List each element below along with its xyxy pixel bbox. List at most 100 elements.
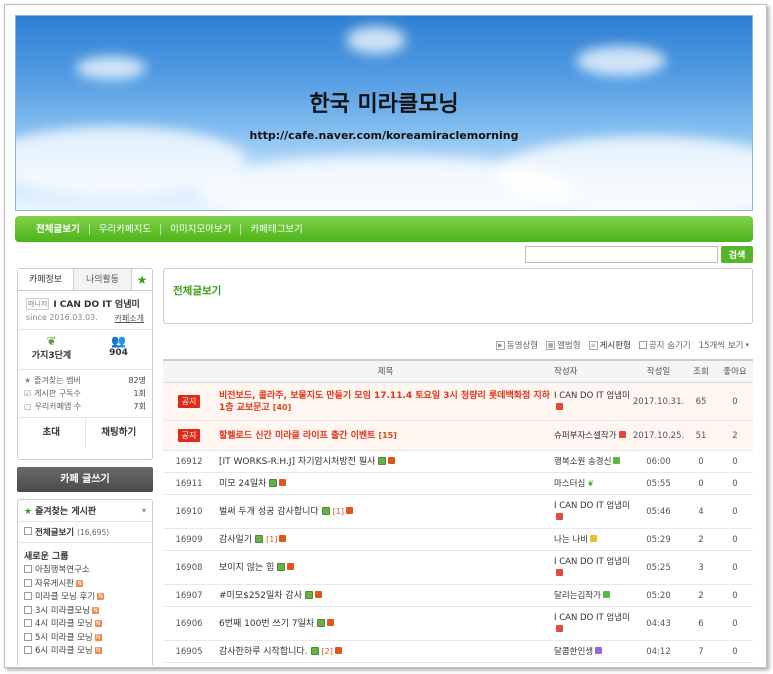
col-likes: 좋아요 — [723, 367, 747, 377]
list-toolbar: ▶ 동영상형 ▦ 앨범형 ≡ 게시판형 공지 숨기기 15개씩 보기 ▾ — [163, 337, 753, 353]
post-likes: 0 — [732, 534, 738, 545]
post-author[interactable]: 슈퍼부자스셀작가 — [552, 430, 632, 442]
comment-count[interactable]: [1] — [266, 535, 277, 544]
cafe-members[interactable]: 👥 904 — [85, 330, 152, 369]
post-likes: 0 — [732, 590, 738, 601]
search-input[interactable] — [525, 246, 718, 263]
post-author[interactable]: I CAN DO IT 엄냄미 — [552, 390, 632, 414]
post-views: 2 — [698, 590, 704, 601]
sidebar-board-item[interactable]: 6시 미라클 모닝 N — [18, 645, 152, 659]
post-title-cell: 6번째 100번 쓰기 7일차 — [215, 618, 552, 630]
post-title[interactable]: 감사한하루 시작합니다. — [219, 647, 308, 657]
hide-notice-toggle[interactable]: 공지 숨기기 — [638, 339, 691, 351]
branch-icon: ❦ — [46, 334, 57, 348]
post-likes: 0 — [732, 618, 738, 629]
sidebar-board-item[interactable]: 자유게시판 N — [18, 578, 152, 592]
post-author[interactable]: 나는 나비 — [552, 534, 632, 546]
member-level-icon — [613, 456, 621, 464]
post-author[interactable]: 달리는김작가 — [552, 590, 632, 602]
all-posts-board[interactable]: 전체글보기 (16,695) — [18, 522, 152, 543]
board-list-panel: ★ 즐겨찾는 게시판 ▾ 전체글보기 (16,695) 새로운 그룹 아침행복연구… — [17, 499, 153, 665]
cafe-stats: ❦ 가지3단계 👥 904 — [18, 330, 152, 370]
member-level-icon — [556, 402, 563, 410]
comment-count[interactable]: [15] — [378, 431, 396, 440]
notice-badge: 공지 — [177, 395, 201, 408]
table-row[interactable]: 16906 6번째 100번 쓰기 7일차 I CAN DO IT 엄냄미 04:43… — [163, 607, 753, 641]
comment-count[interactable]: [40] — [273, 403, 291, 412]
search-button[interactable]: 검색 — [721, 246, 753, 263]
info-cafe-app[interactable]: ▢ 우리카페앱 수 7회 — [24, 400, 146, 413]
table-row[interactable]: 16907 #미모$252일차 감사 달리는김작가 05:20 2 0 — [163, 585, 753, 607]
info-board-subscriptions[interactable]: ☑ 게시판 구독수 1회 — [24, 387, 146, 400]
invite-button[interactable]: 초대 — [18, 418, 86, 448]
manager-badge: 매니저 — [26, 297, 50, 310]
post-title[interactable]: 비전보드, 콜라주, 보물지도 만들기 모임 17.11.4 토요일 3시 청량… — [219, 391, 550, 413]
board-icon — [24, 578, 32, 587]
post-author[interactable]: I CAN DO IT 엄냄미 — [552, 556, 632, 580]
table-row[interactable]: 16905 감사한하루 시작합니다. [2] 달콤한인생 04:12 7 0 — [163, 641, 753, 663]
menu-cafe-map[interactable]: 우리카페지도 — [90, 223, 162, 235]
post-title[interactable]: 미모 24일차 — [219, 479, 266, 489]
cafe-rank[interactable]: ❦ 가지3단계 — [18, 330, 85, 369]
table-row[interactable]: 16910 벌써 두개 성공 감사합니다 [1] I CAN DO IT 엄냄미 05:… — [163, 495, 753, 529]
cafe-intro-link[interactable]: 카페소개 — [115, 313, 144, 324]
notice-row[interactable]: 공지 할렐로드 신간 미라클 라이프 출간 이벤트 [15] 슈퍼부자스셀작가 2017… — [163, 421, 753, 451]
view-video-button[interactable]: ▶ 동영상형 — [495, 339, 538, 351]
post-author[interactable]: 행복소원 송경신 — [552, 456, 632, 468]
post-author[interactable]: I CAN DO IT 엄냄미 — [552, 500, 632, 524]
post-author[interactable]: 마스터심 ❦ — [552, 478, 632, 490]
info-value: 7회 — [133, 402, 146, 411]
post-title[interactable]: 벌써 두개 성공 감사합니다 — [219, 507, 319, 517]
chat-button[interactable]: 채팅하기 — [86, 418, 153, 448]
cafe-title: 한국 미라클모닝 — [309, 92, 459, 117]
table-row[interactable]: 16909 감사일기 [1] 나는 나비 05:29 2 0 — [163, 529, 753, 551]
sidebar-board-item[interactable]: 5시 미라클 모닝 N — [18, 632, 152, 646]
new-post-icon — [346, 506, 354, 514]
photo-icon — [317, 618, 326, 627]
table-row[interactable]: 16908 보이지 않는 힘 I CAN DO IT 엄냄미 05:25 3 0 — [163, 551, 753, 585]
cafe-banner[interactable]: 한국 미라클모닝 http://cafe.naver.com/koreamira… — [15, 15, 753, 211]
notice-row[interactable]: 공지 비전보드, 콜라주, 보물지도 만들기 모임 17.11.4 토요일 3시 … — [163, 383, 753, 421]
member-level-icon — [589, 534, 597, 542]
write-post-button[interactable]: 카페 글쓰기 — [17, 467, 153, 492]
sidebar-board-item[interactable]: 미라클 모닝 후기 N — [18, 591, 152, 605]
new-post-icon: N — [97, 593, 105, 600]
cloud-decoration — [346, 26, 406, 54]
post-title[interactable]: 할렐로드 신간 미라클 라이프 출간 이벤트 — [219, 431, 375, 441]
post-title[interactable]: 감사일기 — [219, 535, 252, 545]
tab-my-activity[interactable]: 나의활동 — [74, 269, 132, 290]
post-title[interactable]: #미모$252일차 감사 — [219, 591, 302, 601]
chevron-down-icon[interactable]: ▾ — [142, 506, 146, 515]
menu-all-posts[interactable]: 전체글보기 — [27, 223, 90, 235]
post-author[interactable]: I CAN DO IT 엄냄미 — [552, 612, 632, 636]
cafe-info-list: ★ 즐겨찾는 멤버 82명 ☑ 게시판 구독수 1회 ▢ 우리카페앱 수 7회 — [18, 370, 152, 418]
favorite-star-icon[interactable]: ★ — [132, 269, 152, 290]
post-title[interactable]: 6번째 100번 쓰기 7일차 — [219, 619, 314, 629]
cafe-manager-name[interactable]: I CAN DO IT 엄냄미 — [53, 297, 139, 310]
post-date: 06:00 — [646, 456, 671, 467]
comment-count[interactable]: [2] — [322, 647, 333, 656]
board-icon — [24, 565, 32, 573]
post-title[interactable]: 보이지 않는 힘 — [219, 563, 274, 573]
menu-image-gallery[interactable]: 이미지모아보기 — [161, 223, 242, 235]
table-row[interactable]: 16912 [IT WORKS-R.H.J] 자기암시처방전 필사 행복소원 송경신… — [163, 451, 753, 473]
menu-cafe-tags[interactable]: 카페태그보기 — [241, 224, 311, 235]
sidebar-board-item[interactable]: 3시 미라클모닝 N — [18, 605, 152, 619]
post-rows: 공지 비전보드, 콜라주, 보물지도 만들기 모임 17.11.4 토요일 3시 … — [163, 383, 753, 663]
comment-count[interactable]: [1] — [333, 507, 344, 516]
favorite-boards-header[interactable]: ★ 즐겨찾는 게시판 ▾ — [18, 500, 152, 522]
table-row[interactable]: 16911 미모 24일차 마스터심 ❦ 05:55 0 0 — [163, 473, 753, 495]
post-likes: 0 — [732, 562, 738, 573]
post-title-cell: 벌써 두개 성공 감사합니다 [1] — [215, 506, 552, 518]
view-board-button[interactable]: ≡ 게시판형 — [588, 339, 631, 351]
per-page-select[interactable]: 15개씩 보기 ▾ — [699, 339, 749, 351]
post-title-cell: 감사일기 [1] — [215, 534, 552, 546]
sidebar-board-item[interactable]: 4시 미라클 모닝 N — [18, 618, 152, 632]
sidebar-board-item[interactable]: 아침행복연구소 — [18, 564, 152, 578]
star-icon: ★ — [24, 507, 33, 517]
post-title[interactable]: [IT WORKS-R.H.J] 자기암시처방전 필사 — [219, 457, 375, 467]
post-author[interactable]: 달콤한인생 — [552, 646, 632, 658]
view-album-button[interactable]: ▦ 앨범형 — [546, 339, 581, 351]
tab-cafe-info[interactable]: 카페정보 — [18, 269, 74, 290]
info-favorite-members[interactable]: ★ 즐겨찾는 멤버 82명 — [24, 374, 146, 387]
